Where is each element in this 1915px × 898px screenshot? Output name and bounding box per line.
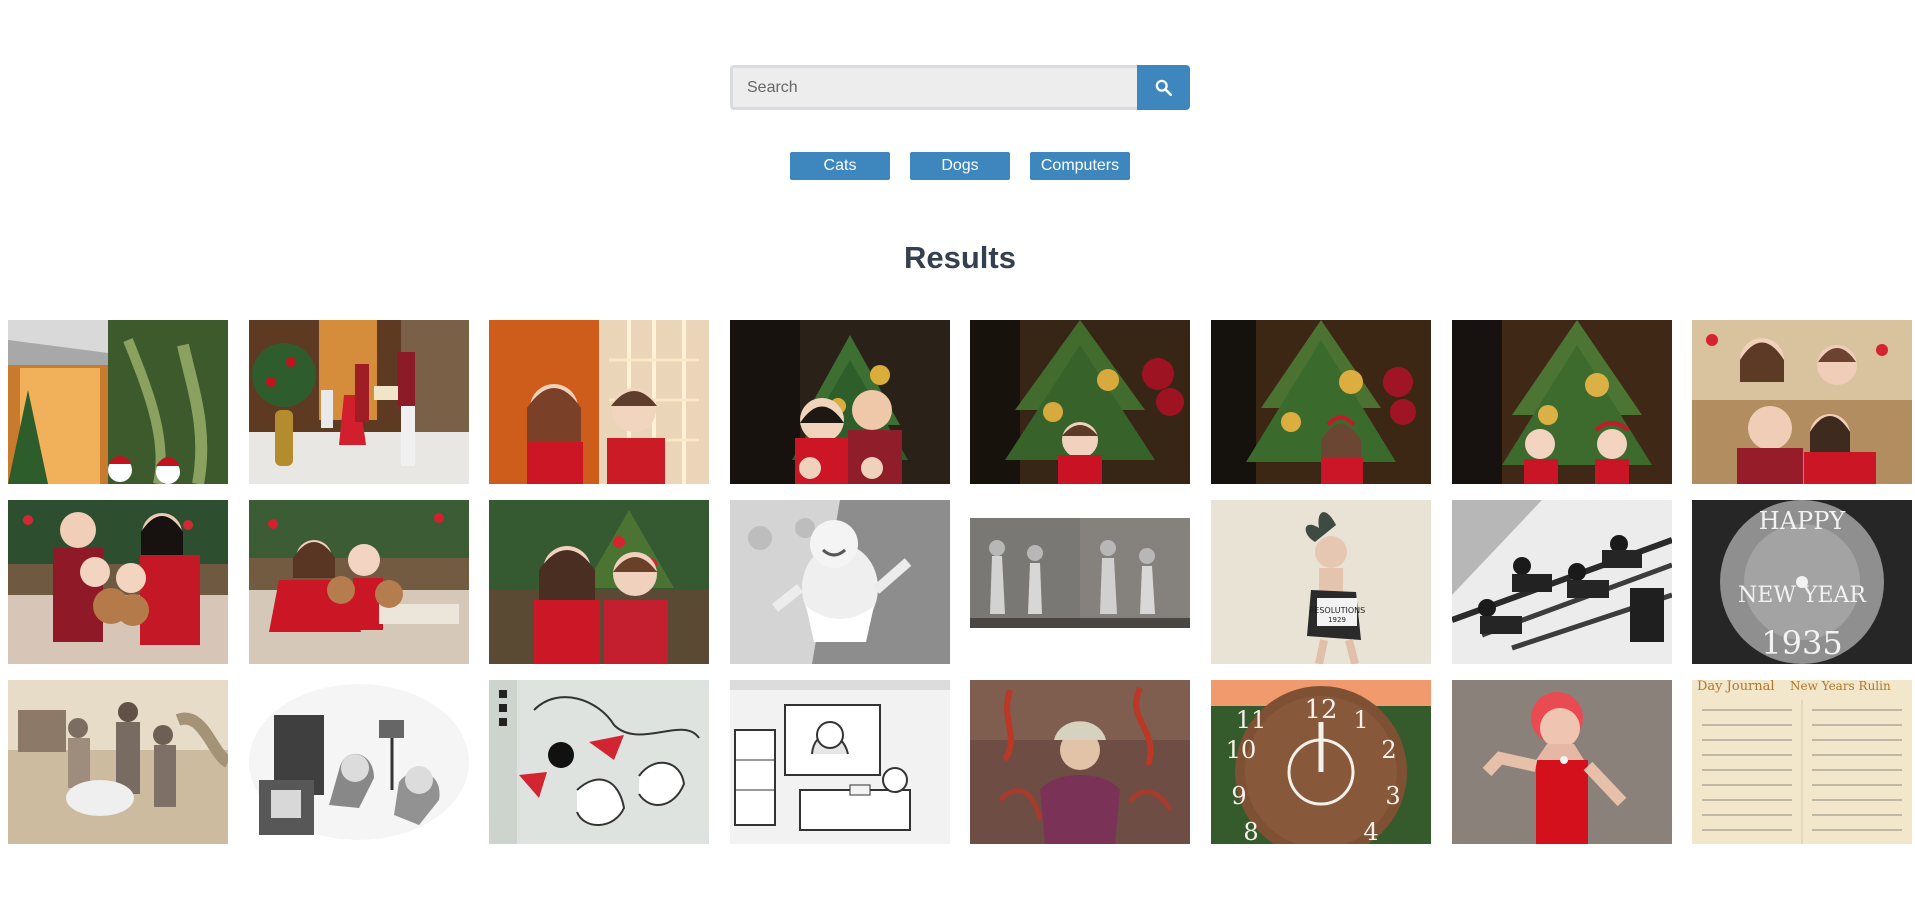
result-thumbnail[interactable]: RESOLUTIONS 1929 [1210, 500, 1431, 664]
result-thumbnail[interactable] [489, 680, 710, 844]
image-search-page: Cats Dogs Computers Results [0, 0, 1915, 898]
svg-text:11: 11 [1236, 706, 1267, 734]
result-thumbnail[interactable] [1692, 320, 1913, 484]
result-thumbnail[interactable]: HAPPY NEW YEAR 1935 [1692, 500, 1913, 664]
resolutions-costume-image: RESOLUTIONS 1929 [1210, 500, 1431, 664]
result-thumbnail[interactable] [1210, 320, 1431, 484]
red-dress-performer-image [1451, 680, 1672, 844]
street-photo-image [970, 518, 1191, 628]
filter-computers-button[interactable]: Computers [1030, 152, 1130, 180]
result-thumbnail[interactable]: 12 1 2 3 4 10 11 9 8 [1210, 680, 1431, 844]
quick-filter-list: Cats Dogs Computers [790, 152, 1130, 180]
svg-text:1: 1 [1353, 706, 1368, 734]
result-thumbnail[interactable] [729, 680, 950, 844]
svg-text:RESOLUTIONS: RESOLUTIONS [1309, 606, 1366, 615]
svg-text:8: 8 [1243, 818, 1258, 844]
result-thumbnail[interactable] [8, 680, 228, 844]
svg-text:1929: 1929 [1328, 616, 1346, 624]
children-lights-image [489, 320, 710, 484]
result-thumbnail[interactable] [489, 320, 710, 484]
family-tree-image [729, 320, 950, 484]
svg-text:2: 2 [1381, 736, 1396, 764]
svg-text:4: 4 [1363, 818, 1378, 844]
results-heading: Results [904, 240, 1016, 275]
children-tree-image [1451, 320, 1672, 484]
family-sofa-image [8, 500, 228, 664]
handwritten-list-image: Day Journal New Years Rulin [1692, 680, 1913, 844]
result-thumbnail[interactable] [8, 500, 228, 664]
family-gift-image [248, 320, 469, 484]
result-thumbnail[interactable] [489, 500, 710, 664]
stairs-crowd-image [1451, 500, 1672, 664]
result-thumbnail[interactable] [8, 320, 228, 484]
girl-tree-image [1210, 320, 1431, 484]
sepia-beach-image [8, 680, 228, 844]
surreal-painting-image [970, 680, 1191, 844]
svg-text:9: 9 [1231, 782, 1246, 810]
svg-text:1935: 1935 [1761, 624, 1842, 662]
result-thumbnail[interactable] [1451, 680, 1672, 844]
result-thumbnail[interactable] [729, 320, 950, 484]
svg-text:10: 10 [1226, 736, 1257, 764]
result-thumbnail[interactable] [1451, 500, 1672, 664]
result-thumbnail[interactable]: Day Journal New Years Rulin [1692, 680, 1913, 844]
crying-baby-image [729, 500, 950, 664]
svg-text:HAPPY: HAPPY [1759, 507, 1847, 535]
search-icon [1155, 79, 1172, 96]
result-thumbnail[interactable] [970, 320, 1191, 484]
children-garden-image [489, 500, 710, 664]
search-input[interactable] [730, 65, 1137, 110]
result-thumbnail[interactable] [729, 500, 950, 664]
children-couch-image [248, 500, 469, 664]
results-grid: RESOLUTIONS 1929 HAPPY NEW YEAR 1935 12 … [8, 320, 1913, 844]
result-thumbnail[interactable] [248, 500, 469, 664]
comic-kitchen-image [729, 680, 950, 844]
comic-characters-image [489, 680, 710, 844]
result-thumbnail[interactable] [970, 680, 1191, 844]
result-thumbnail[interactable] [248, 320, 469, 484]
holiday-storefront-image [8, 320, 228, 484]
filter-cats-button[interactable]: Cats [790, 152, 890, 180]
svg-text:Day Journal: Day Journal [1697, 680, 1775, 694]
search-button[interactable] [1137, 65, 1190, 110]
clock-face-image: 12 1 2 3 4 10 11 9 8 [1210, 680, 1431, 844]
cartoon-living-room-image [248, 680, 469, 844]
result-thumbnail[interactable] [1451, 320, 1672, 484]
svg-text:3: 3 [1385, 782, 1400, 810]
result-thumbnail[interactable] [248, 680, 469, 844]
search-bar [730, 65, 1190, 110]
result-thumbnail[interactable] [970, 500, 1191, 628]
boy-tree-image [970, 320, 1191, 484]
svg-text:12: 12 [1304, 695, 1337, 725]
happy-new-year-image: HAPPY NEW YEAR 1935 [1692, 500, 1913, 664]
svg-text:New Years Rulin: New Years Rulin [1790, 680, 1891, 693]
family-portrait-image [1692, 320, 1913, 484]
filter-dogs-button[interactable]: Dogs [910, 152, 1010, 180]
